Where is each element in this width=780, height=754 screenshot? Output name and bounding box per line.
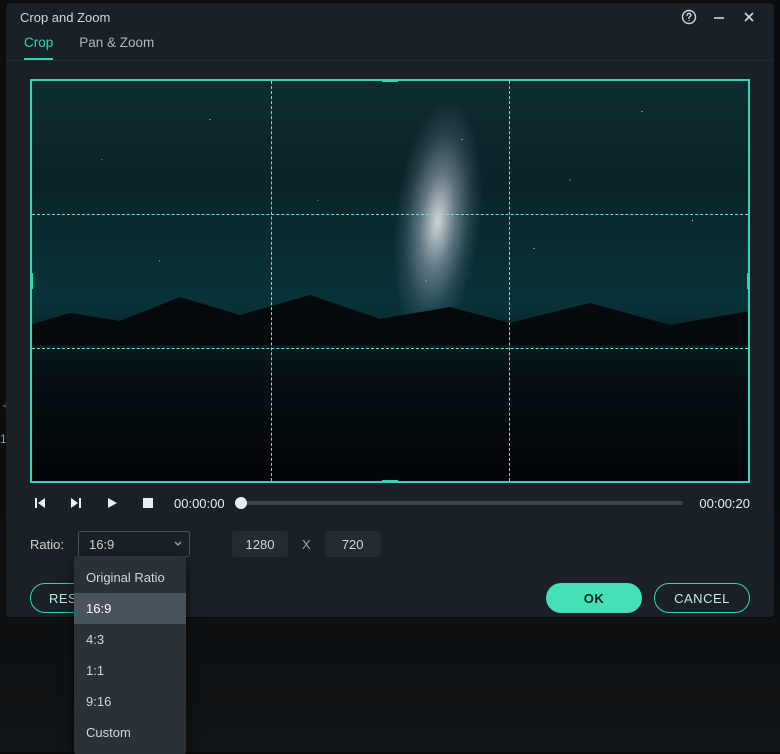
prev-frame-icon [33,496,47,510]
window-title: Crop and Zoom [20,10,110,25]
preview-area [6,61,774,483]
minimize-icon [712,10,726,24]
ratio-option-4-3[interactable]: 4:3 [74,624,186,655]
close-icon [742,10,756,24]
stop-button[interactable] [138,493,158,513]
stop-icon [142,497,154,509]
ratio-option-original[interactable]: Original Ratio [74,562,186,593]
ratio-option-1-1[interactable]: 1:1 [74,655,186,686]
ratio-label: Ratio: [30,537,64,552]
total-time: 00:00:20 [699,496,750,511]
close-button[interactable] [734,3,764,31]
next-frame-button[interactable] [66,493,86,513]
play-button[interactable] [102,493,122,513]
titlebar: Crop and Zoom [6,3,774,31]
ok-button[interactable]: OK [546,583,642,613]
tabs: Crop Pan & Zoom [6,31,774,61]
cancel-button[interactable]: CANCEL [654,583,750,613]
width-input[interactable]: 1280 [232,531,288,557]
play-icon [105,496,119,510]
cancel-button-label: CANCEL [674,591,730,606]
ratio-option-9-16[interactable]: 9:16 [74,686,186,717]
preview-image-foreground [30,313,750,483]
help-icon [681,9,697,25]
chevron-down-icon [173,537,183,552]
video-preview[interactable] [30,79,750,483]
ratio-row: Ratio: 16:9 1280 X 720 [6,513,774,557]
ok-button-label: OK [584,591,605,606]
seek-bar[interactable] [241,501,684,505]
height-input[interactable]: 720 [325,531,381,557]
next-frame-icon [69,496,83,510]
prev-frame-button[interactable] [30,493,50,513]
ratio-option-16-9[interactable]: 16:9 [74,593,186,624]
ratio-dropdown[interactable]: Original Ratio 16:9 4:3 1:1 9:16 Custom [74,556,186,754]
ratio-select[interactable]: 16:9 [78,531,190,557]
ratio-select-value: 16:9 [89,537,114,552]
dimension-separator: X [302,537,311,552]
current-time: 00:00:00 [174,496,225,511]
crop-zoom-dialog: Crop and Zoom Crop Pan & Zoom [6,3,774,617]
minimize-button[interactable] [704,3,734,31]
ratio-option-custom[interactable]: Custom [74,717,186,748]
tab-crop[interactable]: Crop [24,35,53,60]
help-button[interactable] [674,3,704,31]
tab-pan-zoom[interactable]: Pan & Zoom [79,35,154,58]
seek-knob[interactable] [235,497,247,509]
transport-bar: 00:00:00 00:00:20 [6,483,774,513]
